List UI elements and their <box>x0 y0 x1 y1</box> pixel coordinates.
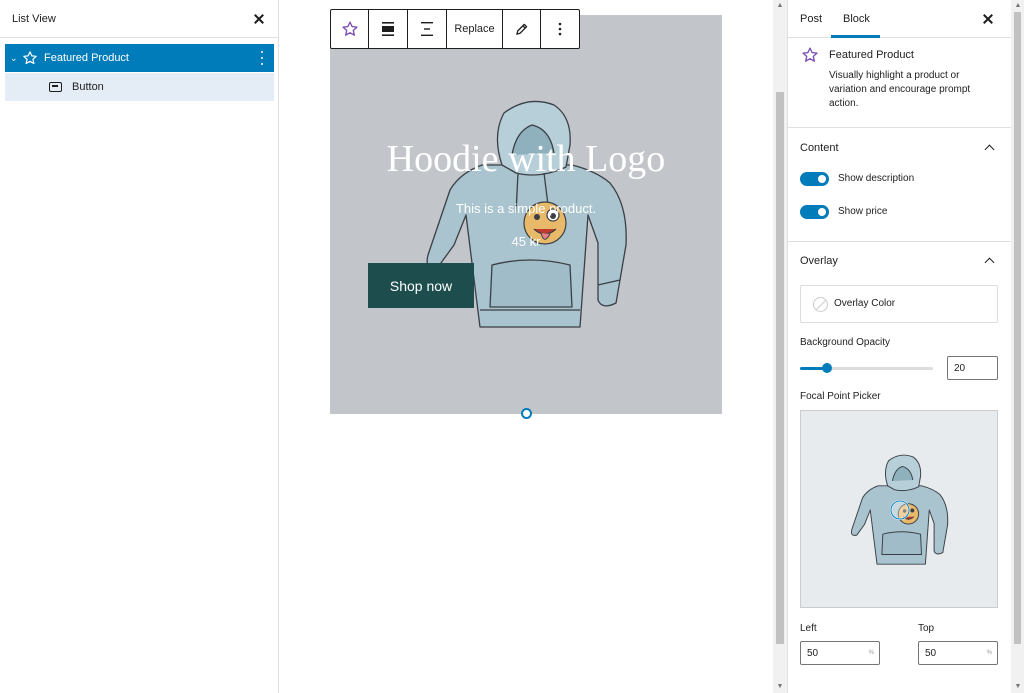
list-item-label: Featured Product <box>44 52 129 64</box>
button-icon <box>49 82 62 92</box>
star-icon <box>802 47 818 62</box>
focal-left-input[interactable]: 50 % <box>800 641 880 665</box>
show-price-toggle[interactable] <box>800 205 829 219</box>
scroll-up-arrow-icon[interactable]: ▲ <box>1014 2 1022 10</box>
featured-product-block[interactable]: Hoodie with Logo This is a simple produc… <box>330 15 722 414</box>
block-editor: List View ⌄ Featured Product Button Hood… <box>0 0 1024 693</box>
sidebar-scroll-thumb[interactable] <box>1014 12 1021 644</box>
top-label: Top <box>918 623 935 634</box>
focal-point-picker[interactable] <box>800 410 998 608</box>
star-icon <box>23 51 37 65</box>
chevron-down-icon[interactable]: ⌄ <box>10 53 20 64</box>
divider <box>788 241 1012 242</box>
left-label: Left <box>800 623 817 634</box>
opacity-input-value: 20 <box>954 362 966 374</box>
replace-button[interactable]: Replace <box>447 10 503 48</box>
opacity-slider-handle[interactable] <box>821 363 832 373</box>
background-opacity-label: Background Opacity <box>800 337 891 348</box>
canvas-scroll-thumb[interactable] <box>776 92 784 644</box>
focal-point-handle[interactable] <box>889 499 911 521</box>
overlay-panel-title[interactable]: Overlay <box>800 255 838 267</box>
list-item-button[interactable]: Button <box>5 73 274 101</box>
product-description[interactable]: This is a simple product. <box>330 201 722 216</box>
overlay-color-button[interactable]: Overlay Color <box>800 285 998 323</box>
align-center-icon <box>421 22 433 36</box>
align-wide-icon <box>382 22 394 36</box>
show-description-toggle[interactable] <box>800 172 829 186</box>
opacity-input[interactable]: 20 <box>947 356 998 380</box>
focal-top-input[interactable]: 50 % <box>918 641 998 665</box>
percent-unit: % <box>868 650 874 656</box>
block-card: Featured Product Visually highlight a pr… <box>788 38 1012 128</box>
opacity-slider[interactable] <box>800 363 933 373</box>
focal-point-label: Focal Point Picker <box>800 391 881 402</box>
show-description-label: Show description <box>838 173 915 184</box>
close-list-view-button[interactable] <box>252 12 266 26</box>
settings-sidebar: Post Block Featured Product Visually hig… <box>787 0 1012 693</box>
list-view-panel: List View ⌄ Featured Product Button <box>0 0 279 693</box>
product-title[interactable]: Hoodie with Logo <box>330 137 722 181</box>
resize-handle[interactable] <box>521 408 532 419</box>
focal-top-value: 50 <box>925 647 937 659</box>
close-settings-button[interactable] <box>981 12 995 26</box>
block-card-description: Visually highlight a product or variatio… <box>829 70 971 109</box>
shop-now-button[interactable]: Shop now <box>368 263 474 308</box>
content-panel-title[interactable]: Content <box>800 142 839 154</box>
percent-unit: % <box>986 650 992 656</box>
scroll-down-arrow-icon[interactable]: ▼ <box>776 683 784 691</box>
show-price-label: Show price <box>838 206 888 217</box>
list-view-title: List View <box>12 12 56 25</box>
sidebar-scrollbar[interactable]: ▲ ▼ <box>1011 0 1024 693</box>
tab-post[interactable]: Post <box>800 0 822 38</box>
chevron-up-icon[interactable] <box>984 257 995 268</box>
product-price: 45 kr <box>511 234 541 249</box>
tab-block[interactable]: Block <box>843 0 870 38</box>
list-item-featured-product[interactable]: ⌄ Featured Product <box>5 44 274 72</box>
more-options-icon[interactable] <box>260 51 264 65</box>
sidebar-tabs: Post Block <box>788 0 1011 38</box>
edit-button[interactable] <box>503 10 541 48</box>
block-card-title: Featured Product <box>829 49 914 61</box>
content-position-button[interactable] <box>408 10 447 48</box>
scroll-down-arrow-icon[interactable]: ▼ <box>1014 683 1022 691</box>
list-view-header: List View <box>0 0 278 38</box>
color-swatch <box>813 297 828 312</box>
block-toolbar: Replace <box>330 9 580 49</box>
focal-left-value: 50 <box>807 647 819 659</box>
editor-canvas: Hoodie with Logo This is a simple produc… <box>279 0 773 693</box>
block-type-button[interactable] <box>331 10 369 48</box>
align-wide-button[interactable] <box>369 10 408 48</box>
scroll-up-arrow-icon[interactable]: ▲ <box>776 2 784 10</box>
pencil-icon <box>516 23 528 35</box>
more-options-button[interactable] <box>541 10 579 48</box>
overlay-color-label: Overlay Color <box>834 298 896 309</box>
list-item-label: Button <box>72 81 104 93</box>
chevron-up-icon[interactable] <box>984 144 995 155</box>
more-vertical-icon <box>558 22 562 36</box>
canvas-scrollbar[interactable]: ▲ ▼ <box>773 0 787 693</box>
star-icon <box>341 21 358 36</box>
